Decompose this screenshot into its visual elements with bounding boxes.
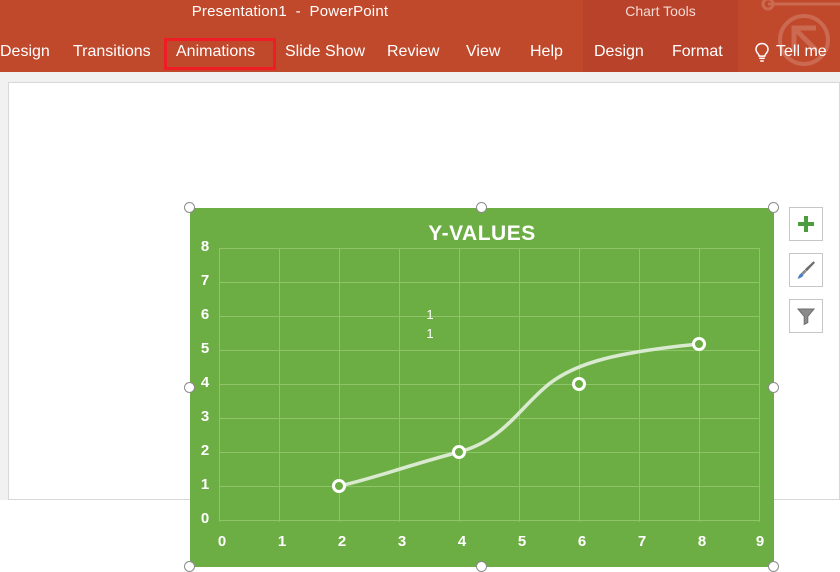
tab-design[interactable]: Design — [0, 38, 50, 66]
x-tick-7: 7 — [637, 533, 647, 550]
tell-me-label: Tell me — [776, 43, 827, 60]
x-tick-3: 3 — [397, 533, 407, 550]
selection-handle-bottom-right[interactable] — [768, 561, 779, 572]
ribbon-tab-strip: Design Transitions Animations Slide Show… — [0, 38, 840, 72]
y-tick-2: 2 — [200, 442, 210, 459]
x-tick-4: 4 — [457, 533, 467, 550]
document-title: Presentation1 - PowerPoint — [191, 3, 389, 20]
workspace: Y-VALUES 8 7 6 5 4 3 2 1 0 1 1 0 1 2 3 4… — [0, 72, 840, 572]
chart-title[interactable]: Y-VALUES — [190, 222, 774, 246]
y-tick-3: 3 — [200, 408, 210, 425]
funnel-icon — [796, 308, 816, 326]
tab-animations[interactable]: Animations — [176, 38, 255, 66]
chart-side-buttons — [789, 207, 823, 345]
y-tick-8: 8 — [200, 238, 210, 255]
y-tick-1: 1 — [200, 476, 210, 493]
horizontal-gridlines — [219, 248, 760, 521]
slide-canvas[interactable]: Y-VALUES 8 7 6 5 4 3 2 1 0 1 1 0 1 2 3 4… — [8, 82, 840, 572]
lightbulb-icon — [755, 42, 769, 62]
chart-styles-button[interactable] — [789, 253, 823, 287]
selection-handle-top-left[interactable] — [184, 202, 195, 213]
x-tick-0: 0 — [217, 533, 227, 550]
y-tick-6: 6 — [200, 306, 210, 323]
x-tick-5: 5 — [517, 533, 527, 550]
selection-handle-top-right[interactable] — [768, 202, 779, 213]
tab-review[interactable]: Review — [387, 38, 439, 66]
tab-view[interactable]: View — [466, 38, 500, 66]
chart-elements-button[interactable] — [789, 207, 823, 241]
x-tick-6: 6 — [577, 533, 587, 550]
tab-chart-design[interactable]: Design — [594, 38, 644, 66]
x-tick-8: 8 — [697, 533, 707, 550]
chart-tools-label: Chart Tools — [625, 3, 696, 19]
paintbrush-icon — [797, 261, 815, 279]
x-tick-9: 9 — [755, 533, 765, 550]
tab-chart-format[interactable]: Format — [672, 38, 723, 66]
chart-object[interactable]: Y-VALUES 8 7 6 5 4 3 2 1 0 1 1 0 1 2 3 4… — [184, 202, 779, 572]
y-tick-4: 4 — [200, 374, 210, 391]
selection-handle-middle-left[interactable] — [184, 382, 195, 393]
y-tick-0: 0 — [200, 510, 210, 527]
stray-data-label-1: 1 — [426, 307, 434, 322]
y-tick-7: 7 — [200, 272, 210, 289]
x-tick-1: 1 — [277, 533, 287, 550]
tab-help[interactable]: Help — [530, 38, 563, 66]
plus-icon — [798, 216, 814, 232]
plot-area[interactable] — [219, 248, 760, 523]
selection-handle-top-center[interactable] — [476, 202, 487, 213]
x-tick-2: 2 — [337, 533, 347, 550]
y-tick-5: 5 — [200, 340, 210, 357]
tab-transitions[interactable]: Transitions — [73, 38, 151, 66]
stray-data-label-2: 1 — [426, 326, 434, 341]
selection-handle-bottom-center[interactable] — [476, 561, 487, 572]
ribbon: Presentation1 - PowerPoint Chart Tools D… — [0, 0, 840, 72]
chart-frame[interactable]: Y-VALUES 8 7 6 5 4 3 2 1 0 1 1 0 1 2 3 4… — [190, 208, 774, 567]
tab-slide-show[interactable]: Slide Show — [285, 38, 365, 66]
selection-handle-bottom-left[interactable] — [184, 561, 195, 572]
selection-handle-middle-right[interactable] — [768, 382, 779, 393]
chart-filters-button[interactable] — [789, 299, 823, 333]
